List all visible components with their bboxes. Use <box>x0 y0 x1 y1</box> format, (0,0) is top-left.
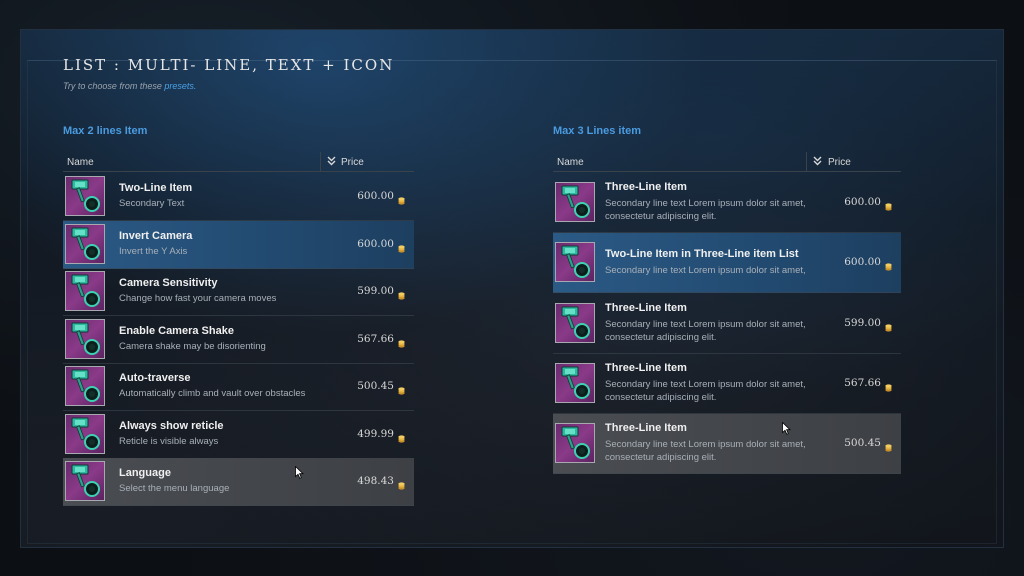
coin-icon <box>885 319 892 332</box>
left-section-title: Max 2 lines Item <box>63 125 148 137</box>
mouse-cursor-icon <box>295 466 304 479</box>
left-list-header: Name Price <box>63 152 414 172</box>
item-price: 567.66 <box>357 333 394 345</box>
item-subtitle-line1: Secondary line text Lorem ipsum dolor si… <box>605 198 806 209</box>
item-subtitle: Secondary Text <box>119 198 185 209</box>
presets-link[interactable]: presets. <box>164 81 196 91</box>
item-price: 500.45 <box>844 437 881 449</box>
item-price: 599.00 <box>844 317 881 329</box>
hammer-icon <box>65 176 105 216</box>
item-subtitle: Select the menu language <box>119 483 230 494</box>
list-item[interactable]: Two-Line Item Secondary Text 600.00 <box>63 173 414 221</box>
coin-icon <box>398 240 405 253</box>
item-price: 599.00 <box>357 285 394 297</box>
item-subtitle-line1: Secondary line text Lorem ipsum dolor si… <box>605 379 806 390</box>
list-item[interactable]: Camera Sensitivity Change how fast your c… <box>63 268 414 316</box>
right-section-title: Max 3 Lines item <box>553 125 642 137</box>
right-list-header: Name Price <box>553 152 901 172</box>
column-divider <box>320 152 321 171</box>
coin-icon <box>885 439 892 452</box>
coin-icon <box>885 198 892 211</box>
item-title: Camera Sensitivity <box>119 277 218 289</box>
hammer-icon <box>555 242 595 282</box>
item-title: Three-Line Item <box>605 181 687 193</box>
item-price: 567.66 <box>844 377 881 389</box>
item-title: Two-Line Item in Three-Line item List <box>605 248 799 260</box>
item-title: Three-Line Item <box>605 422 687 434</box>
item-title: Invert Camera <box>119 230 193 242</box>
item-title: Language <box>119 467 171 479</box>
list-item[interactable]: Three-Line Item Secondary line text Lorem… <box>553 173 901 233</box>
list-item[interactable]: Language Select the menu language 498.43 <box>63 458 414 506</box>
item-title: Auto-traverse <box>119 372 191 384</box>
hammer-icon <box>555 423 595 463</box>
list-item[interactable]: Two-Line Item in Three-Line item List Sec… <box>553 233 901 293</box>
item-price: 600.00 <box>357 238 394 250</box>
hammer-icon <box>65 461 105 501</box>
item-price: 500.45 <box>357 380 394 392</box>
hammer-icon <box>65 224 105 264</box>
item-subtitle: Automatically climb and vault over obsta… <box>119 388 306 399</box>
item-subtitle-line1: Secondary line text Lorem ipsum dolor si… <box>605 265 806 276</box>
coin-icon <box>398 382 405 395</box>
page-subtitle: Try to choose from these presets. <box>63 81 196 91</box>
hammer-icon <box>65 319 105 359</box>
item-subtitle-line1: Secondary line text Lorem ipsum dolor si… <box>605 319 806 330</box>
hammer-icon <box>65 414 105 454</box>
item-subtitle: Invert the Y Axis <box>119 246 188 257</box>
price-column-header[interactable]: Price <box>828 157 851 168</box>
item-title: Three-Line Item <box>605 362 687 374</box>
item-title: Three-Line Item <box>605 302 687 314</box>
hammer-icon <box>555 363 595 403</box>
list-item[interactable]: Always show reticle Reticle is visible al… <box>63 411 414 459</box>
item-subtitle-line2: consectetur adipiscing elit. <box>605 211 717 222</box>
item-subtitle-line2: consectetur adipiscing elit. <box>605 392 717 403</box>
item-title: Two-Line Item <box>119 182 193 194</box>
page-title: LIST : MULTI- LINE, TEXT + ICON <box>63 56 395 74</box>
hammer-icon <box>65 366 105 406</box>
item-price: 600.00 <box>844 196 881 208</box>
price-column-header[interactable]: Price <box>341 157 364 168</box>
item-subtitle-line1: Secondary line text Lorem ipsum dolor si… <box>605 439 806 450</box>
name-column-header[interactable]: Name <box>67 157 94 168</box>
coin-icon <box>885 379 892 392</box>
coin-icon <box>398 477 405 490</box>
list-item[interactable]: Enable Camera Shake Camera shake may be d… <box>63 316 414 364</box>
coin-icon <box>398 430 405 443</box>
name-column-header[interactable]: Name <box>557 157 584 168</box>
list-item[interactable]: Invert Camera Invert the Y Axis 600.00 <box>63 221 414 269</box>
item-title: Enable Camera Shake <box>119 325 234 337</box>
double-chevron-down-icon[interactable] <box>327 155 336 170</box>
hammer-icon <box>555 182 595 222</box>
item-subtitle: Change how fast your camera moves <box>119 293 277 304</box>
double-chevron-down-icon[interactable] <box>813 155 822 170</box>
list-item[interactable]: Auto-traverse Automatically climb and vau… <box>63 363 414 411</box>
hammer-icon <box>555 303 595 343</box>
coin-icon <box>398 287 405 300</box>
item-price: 499.99 <box>357 428 394 440</box>
subtitle-text: Try to choose from these <box>63 81 165 91</box>
item-subtitle-line2: consectetur adipiscing elit. <box>605 332 717 343</box>
list-item[interactable]: Three-Line Item Secondary line text Lorem… <box>553 354 901 414</box>
coin-icon <box>398 335 405 348</box>
hammer-icon <box>65 271 105 311</box>
item-title: Always show reticle <box>119 420 224 432</box>
item-price: 600.00 <box>357 190 394 202</box>
item-subtitle: Reticle is visible always <box>119 436 219 447</box>
coin-icon <box>398 192 405 205</box>
item-subtitle-line2: consectetur adipiscing elit. <box>605 452 717 463</box>
item-price: 498.43 <box>357 475 394 487</box>
list-item[interactable]: Three-Line Item Secondary line text Lorem… <box>553 294 901 354</box>
list-item[interactable]: Three-Line Item Secondary line text Lorem… <box>553 414 901 474</box>
mouse-cursor-icon <box>782 422 791 435</box>
coin-icon <box>885 258 892 271</box>
column-divider <box>806 152 807 171</box>
item-subtitle: Camera shake may be disorienting <box>119 341 266 352</box>
item-price: 600.00 <box>844 256 881 268</box>
